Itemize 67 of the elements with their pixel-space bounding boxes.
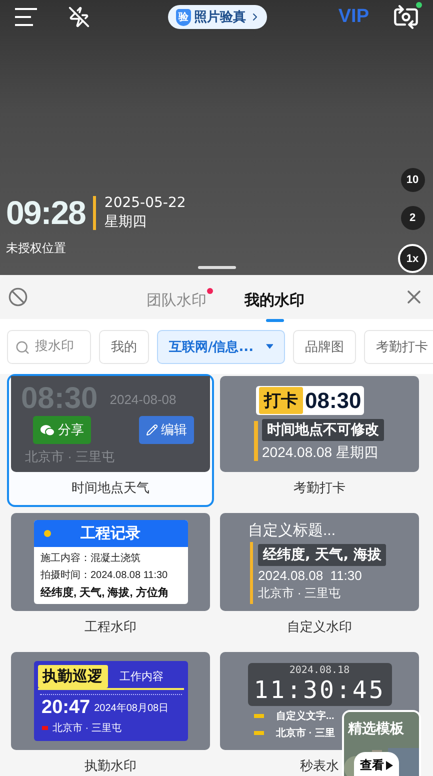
time-text: 11:30:45 — [254, 676, 386, 704]
time-text: 08:30 — [305, 388, 362, 414]
status-dot — [44, 530, 50, 537]
no-watermark-icon[interactable] — [8, 286, 28, 306]
promo-card[interactable]: 精选模板 查看 — [342, 710, 421, 776]
search-icon — [15, 340, 30, 354]
share-button[interactable]: 分享 — [33, 416, 91, 444]
subtitle-text: 工作内容 — [118, 670, 164, 684]
chat-icon — [40, 424, 55, 436]
shield-icon: 验 — [176, 8, 191, 26]
flash-off-icon[interactable] — [68, 6, 90, 28]
filter-chip[interactable]: 考勤打卡 — [364, 330, 433, 364]
bullet-icon — [254, 730, 264, 734]
caret-icon — [266, 344, 273, 349]
title-text: 自定义标题... — [248, 520, 336, 540]
marker-icon — [42, 726, 48, 730]
location-text: 北京市 · 三里屯 — [25, 448, 115, 466]
patrol-badge: 执勤巡逻 — [38, 665, 108, 688]
date-text: 2025-05-22 — [104, 195, 186, 211]
date-text: 2024.08.18 — [289, 664, 350, 676]
zoom-button[interactable]: 2 — [400, 206, 424, 230]
location-text: 北京市 · 三里屯 — [52, 722, 122, 735]
filter-chip[interactable]: 我的 — [99, 330, 149, 364]
time-text: 09:28 — [6, 194, 86, 232]
promo-title: 精选模板 — [348, 720, 404, 738]
line-text: 北京市 · 三里 — [276, 726, 335, 740]
zoom-button[interactable]: 10 — [400, 168, 424, 192]
weekday-text: 星期四 — [104, 213, 148, 231]
pencil-icon — [146, 424, 158, 436]
note-text: 时间地点不可修改 — [262, 419, 384, 441]
location-text: 未授权位置 — [6, 240, 66, 257]
accent-bar — [250, 542, 253, 604]
detail-text: 经纬度, 天气, 海拔, 方位角 — [40, 586, 170, 600]
punch-badge: 打卡 — [259, 387, 303, 414]
accent-bar — [93, 196, 96, 230]
verify-button[interactable]: 验 照片验真 — [168, 5, 267, 29]
highlight-text: 经纬度, 天气, 海拔 — [258, 544, 386, 566]
filter-chip[interactable]: 品牌图 — [293, 330, 356, 364]
detail-text: 施工内容：混凝土浇筑 — [40, 552, 142, 565]
drag-handle[interactable] — [198, 266, 236, 269]
menu-icon[interactable] — [14, 7, 38, 27]
detail-text: 拍摄时间：2024.08.08 11:30 — [40, 568, 169, 582]
time-text: 20:47 — [42, 697, 90, 719]
record-title: 工程记录 — [80, 524, 140, 543]
search-field[interactable]: 搜水印 — [7, 330, 91, 364]
accent-bar — [254, 420, 258, 460]
location-text: 北京市 · 三里屯 — [258, 584, 342, 602]
date-text: 2024-08-08 — [110, 392, 176, 406]
template-name: 考勤打卡 — [294, 480, 346, 498]
tab[interactable]: 我的水印 — [236, 280, 312, 322]
edit-button[interactable]: 编辑 — [139, 416, 194, 444]
template-name: 时间地点天气 — [72, 480, 150, 498]
bullet-icon — [254, 714, 264, 718]
date-text: 2024.08.08 星期四 — [262, 444, 379, 462]
date-text: 2024年08月08日 — [94, 702, 169, 715]
date-text: 2024.08.08 11:30 — [258, 568, 363, 582]
line-text: 自定义文字... — [276, 709, 334, 722]
camera-switch-icon[interactable] — [393, 4, 419, 30]
template-name: 执勤水印 — [84, 758, 136, 776]
category-dropdown[interactable]: 互联网/信息... — [157, 330, 285, 364]
zoom-button[interactable]: 1x — [398, 244, 427, 273]
status-dot — [416, 2, 422, 8]
template-name: 自定义水印 — [287, 619, 352, 637]
play-icon — [386, 761, 393, 770]
view-button[interactable]: 查看 — [354, 752, 399, 776]
template-name: 秒表水 — [300, 758, 339, 776]
template-name: 工程水印 — [84, 619, 136, 637]
